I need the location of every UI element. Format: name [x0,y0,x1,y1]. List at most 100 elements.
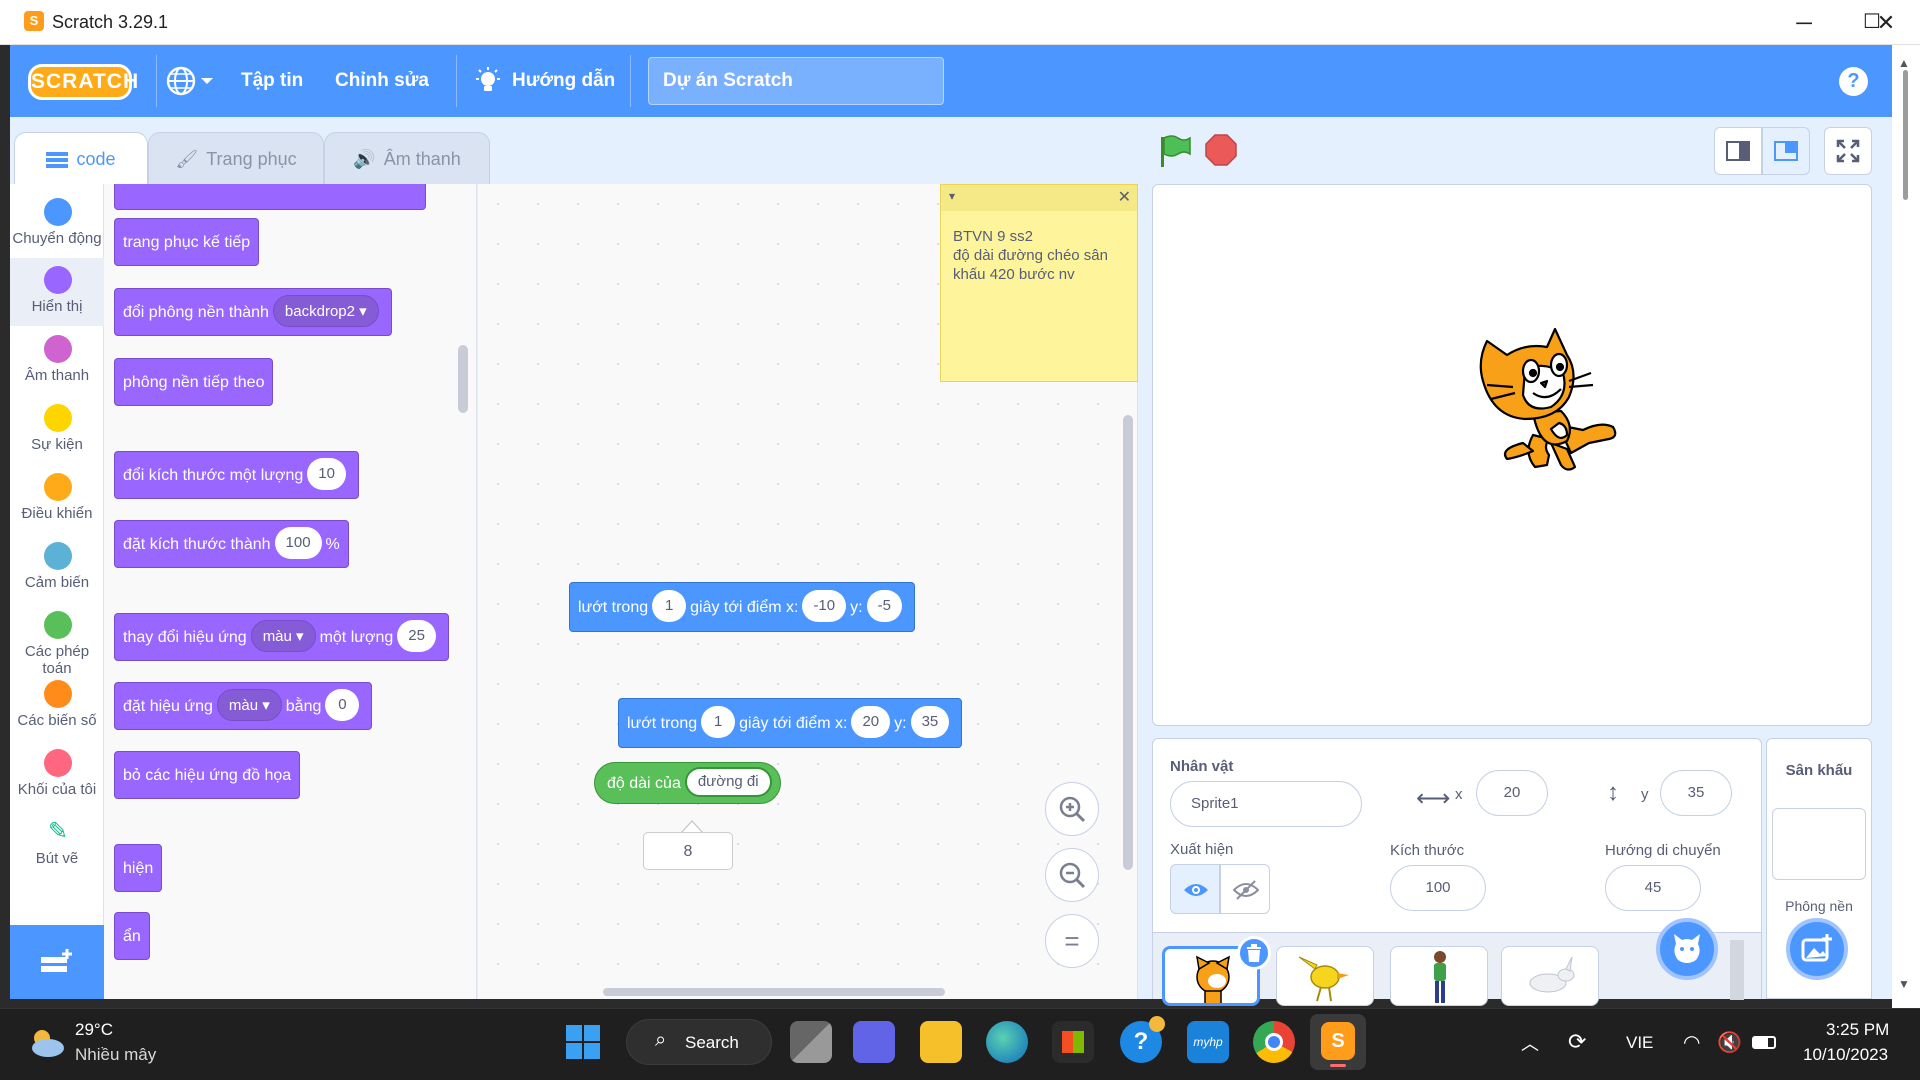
block-set-size[interactable]: đặt kích thước thành 100% [114,520,349,568]
size-input[interactable]: 100 [1390,865,1486,911]
scroll-up-arrow-icon[interactable]: ▲ [1898,56,1912,70]
zoom-reset-button[interactable]: = [1045,914,1099,968]
palette-scrollbar[interactable] [458,345,468,413]
text-input[interactable]: đường đi [684,766,772,797]
project-title-input[interactable]: Dự án Scratch [648,57,944,105]
stop-button[interactable] [1205,134,1237,166]
x-input[interactable]: 20 [851,705,891,738]
number-input[interactable]: 0 [325,688,360,721]
tab-costumes[interactable]: 🖌 Trang phục [148,132,324,184]
block-next-backdrop[interactable]: phông nền tiếp theo [114,358,274,406]
x-input[interactable]: -10 [802,589,847,622]
block-change-effect[interactable]: thay đổi hiệu ứng màu ▾ một lượng 25 [114,613,449,661]
y-input[interactable]: 35 [910,705,950,738]
stage-canvas[interactable] [1152,184,1872,726]
input-language[interactable]: VIE [1626,1033,1653,1053]
add-extension-button[interactable] [10,925,104,999]
category-10[interactable]: ✎ Bút vẽ [10,810,104,878]
zoom-in-button[interactable] [1045,782,1099,836]
microsoft-store-icon[interactable] [1052,1021,1094,1063]
tab-code[interactable]: code [14,132,148,184]
wifi-icon[interactable]: ◠ [1683,1030,1700,1055]
sprite-list-scrollbar[interactable] [1730,940,1744,1000]
myhp-icon[interactable]: myhp [1187,1021,1229,1063]
sprite-tile-person[interactable] [1390,946,1488,1006]
clock-time[interactable]: 3:25 PM [1826,1020,1889,1040]
category-8[interactable]: Các biến số [10,672,104,740]
show-sprite-button[interactable] [1170,864,1220,914]
edit-menu[interactable]: Chỉnh sửa [335,45,429,117]
glide-block-2[interactable]: lướt trong 1 giây tới điểm x: 20 y: 35 [618,698,963,748]
category-2[interactable]: Hiển thị [10,258,104,326]
number-input[interactable]: 25 [397,619,436,652]
category-1[interactable]: Chuyển động [10,190,104,258]
category-9[interactable]: Khối của tôi [10,741,104,809]
block-show[interactable]: hiện [114,844,163,892]
scratch-taskbar-button[interactable]: S [1310,1014,1366,1070]
cat-sprite[interactable] [1463,325,1633,495]
category-7[interactable]: Các phép toán [10,603,104,677]
sprite-name-input[interactable]: Sprite1 [1170,781,1362,827]
show-hidden-icons-chevron-icon[interactable]: ︿ [1521,1030,1539,1056]
weather-temperature[interactable]: 29°C [75,1020,113,1040]
number-input[interactable]: 10 [307,457,346,490]
tab-sounds[interactable]: 🔊 Âm thanh [324,132,490,184]
normal-stage-button[interactable] [1762,127,1810,175]
collapse-arrow-icon[interactable]: ▾ [949,189,955,203]
file-explorer-icon[interactable] [920,1021,962,1063]
zoom-out-button[interactable] [1045,848,1099,902]
sprite-tile-bird[interactable] [1276,946,1374,1006]
block-change-size[interactable]: đổi kích thước một lượng 10 [114,451,359,499]
file-menu[interactable]: Tập tin [241,45,303,117]
backdrop-dropdown[interactable]: backdrop2 ▾ [272,294,379,327]
seconds-input[interactable]: 1 [701,705,736,738]
category-5[interactable]: Điều khiển [10,465,104,533]
hide-sprite-button[interactable] [1220,864,1270,914]
language-menu[interactable] [165,65,217,97]
stage-thumbnail[interactable] [1772,808,1866,880]
speaker-muted-icon[interactable]: 🔇 [1717,1030,1742,1055]
effect-dropdown[interactable]: màu ▾ [216,688,282,721]
windows-start-icon[interactable] [565,1024,601,1060]
choose-backdrop-button[interactable] [1786,918,1848,980]
battery-icon[interactable] [1752,1036,1776,1049]
block-hide[interactable]: ẩn [114,912,150,960]
edge-browser-icon[interactable] [986,1021,1028,1063]
clock-date[interactable]: 10/10/2023 [1803,1045,1888,1065]
block-next-costume[interactable]: trang phục kế tiếp [114,218,260,266]
teams-chat-icon[interactable] [853,1021,895,1063]
seconds-input[interactable]: 1 [652,589,687,622]
number-input[interactable]: 100 [274,526,322,559]
note-text[interactable]: BTVN 9 ss2 độ dài đường chéo sân khấu 42… [953,227,1131,284]
window-scrollbar-thumb[interactable] [1903,70,1908,200]
choose-sprite-button[interactable] [1656,918,1718,980]
y-input[interactable]: -5 [866,589,902,622]
block-clear-effects[interactable]: bỏ các hiệu ứng đồ họa [114,751,301,799]
close-button[interactable]: ✕ [1852,0,1920,45]
delete-sprite-button[interactable] [1237,936,1271,970]
close-icon[interactable]: ✕ [1118,187,1131,207]
glide-block-1[interactable]: lướt trong 1 giây tới điểm x: -10 y: -5 [569,582,915,632]
sync-icon[interactable]: ⟳ [1568,1029,1586,1055]
taskbar-search-box[interactable]: ⌕ Search [626,1019,772,1065]
workspace-vertical-scrollbar[interactable] [1123,415,1133,870]
green-flag-button[interactable] [1158,134,1192,168]
fullscreen-button[interactable] [1824,127,1872,175]
small-stage-button[interactable] [1714,127,1762,175]
help-icon[interactable]: ? [1839,67,1868,96]
category-3[interactable]: Âm thanh [10,327,104,395]
chrome-browser-icon[interactable] [1253,1021,1295,1063]
block-switch-backdrop[interactable]: đổi phông nền thành backdrop2 ▾ [114,288,392,336]
weather-description[interactable]: Nhiều mây [75,1045,156,1065]
direction-input[interactable]: 45 [1605,865,1701,911]
sprite-tile-rabbit[interactable] [1501,946,1599,1006]
category-4[interactable]: Sự kiện [10,396,104,464]
weather-cloud-icon[interactable] [26,1026,66,1060]
x-input[interactable]: 20 [1476,770,1548,816]
effect-dropdown[interactable]: màu ▾ [250,619,316,652]
palette-block-partial[interactable] [114,184,426,210]
category-6[interactable]: Cảm biến [10,534,104,602]
workspace-horizontal-scrollbar[interactable] [603,988,945,996]
block-set-effect[interactable]: đặt hiệu ứng màu ▾ bằng 0 [114,682,373,730]
tutorials-menu[interactable]: Hướng dẫn [512,45,615,117]
